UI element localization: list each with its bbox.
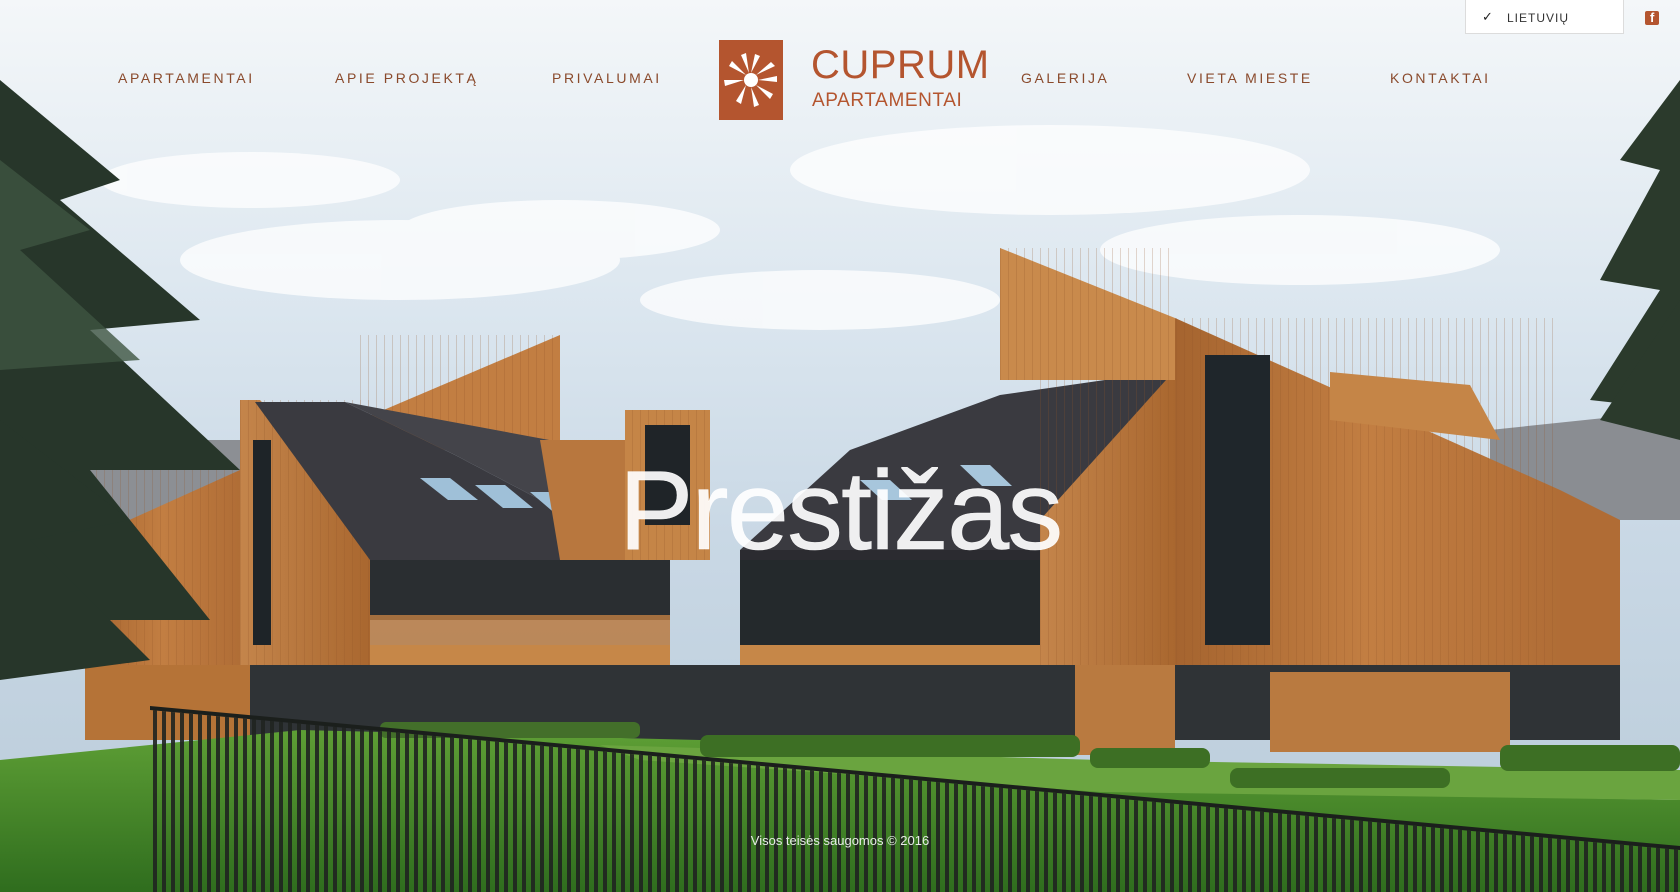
- facebook-glyph: f: [1650, 10, 1655, 25]
- logo-sun-icon: [719, 40, 783, 120]
- nav-link-apie-projekta[interactable]: APIE PROJEKTĄ: [335, 70, 479, 86]
- hero-title: Prestižas: [618, 448, 1063, 574]
- nav-link-vieta-mieste[interactable]: VIETA MIESTE: [1187, 70, 1313, 86]
- logo-title: CUPRUM: [811, 43, 990, 87]
- nav-link-galerija[interactable]: GALERIJA: [1021, 70, 1110, 86]
- site-logo[interactable]: CUPRUM APARTAMENTAI: [719, 40, 989, 122]
- nav-link-kontaktai[interactable]: KONTAKTAI: [1390, 70, 1491, 86]
- main-navigation: APARTAMENTAI APIE PROJEKTĄ PRIVALUMAI GA…: [0, 0, 1680, 160]
- checkmark-icon: ✓: [1482, 9, 1493, 24]
- language-label: LIETUVIŲ: [1507, 11, 1570, 25]
- language-selector[interactable]: ✓ LIETUVIŲ: [1465, 0, 1624, 34]
- nav-link-privalumai[interactable]: PRIVALUMAI: [552, 70, 662, 86]
- copyright-text: Visos teisės saugomos © 2016: [750, 833, 930, 848]
- facebook-icon[interactable]: f: [1645, 10, 1659, 25]
- logo-subtitle: APARTAMENTAI: [812, 90, 963, 111]
- nav-link-apartamentai[interactable]: APARTAMENTAI: [118, 70, 255, 86]
